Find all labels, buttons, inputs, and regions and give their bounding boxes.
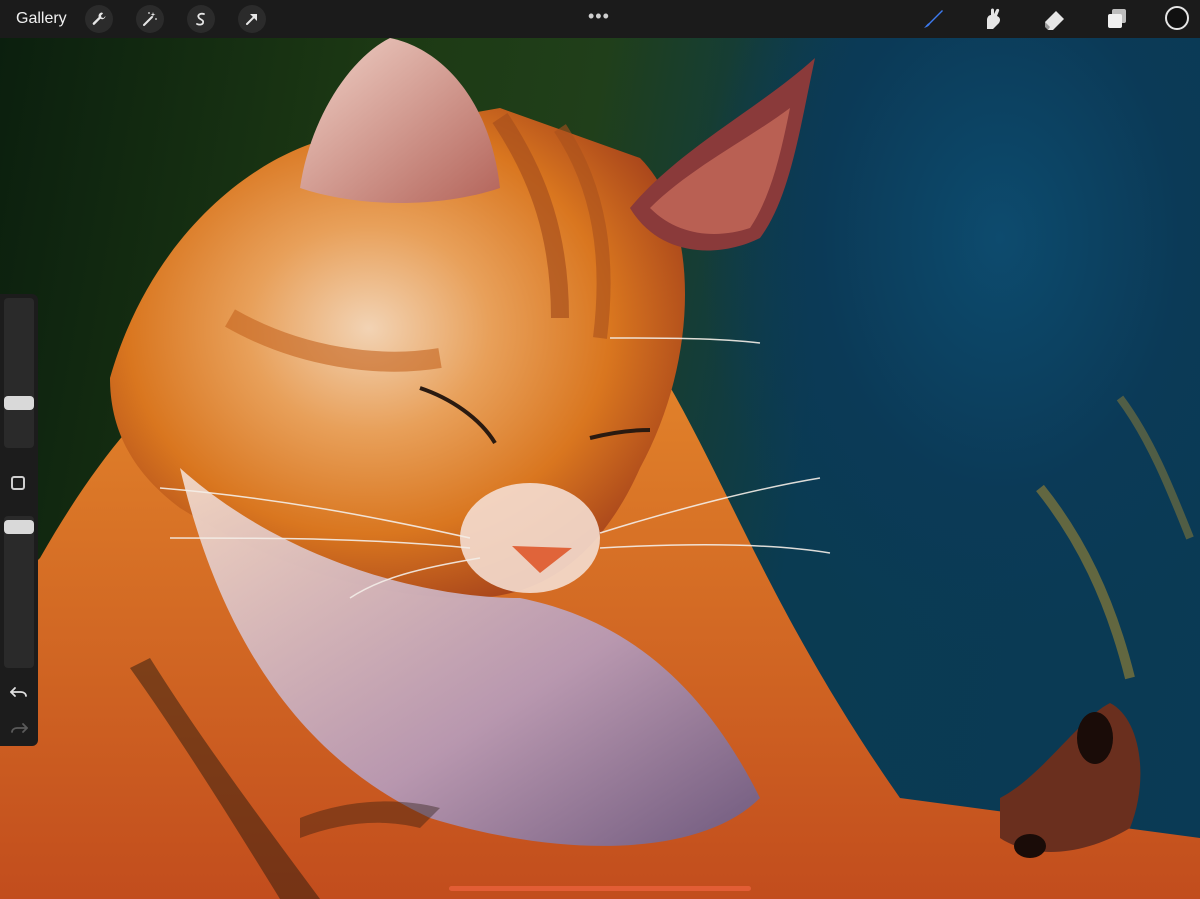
canvas-painting: [0, 38, 1200, 899]
smudge-icon: [987, 8, 1001, 29]
more-options-button[interactable]: •••: [588, 6, 610, 27]
brush-opacity-thumb[interactable]: [4, 520, 34, 535]
drawing-canvas[interactable]: [0, 38, 1200, 899]
transform-button[interactable]: [238, 5, 266, 33]
gallery-button[interactable]: Gallery: [16, 10, 67, 28]
brush-opacity-slider[interactable]: [4, 516, 34, 668]
selection-icon: [196, 12, 205, 26]
color-picker-button[interactable]: [1165, 6, 1189, 30]
wrench-icon: [92, 12, 106, 25]
actions-wrench-button[interactable]: [85, 5, 113, 33]
brush-size-slider[interactable]: [4, 298, 34, 448]
undo-icon[interactable]: [9, 682, 29, 702]
paint-brush-button[interactable]: [920, 6, 946, 32]
redo-icon[interactable]: [9, 718, 29, 738]
brush-icon: [924, 10, 943, 28]
brush-size-thumb[interactable]: [4, 395, 34, 410]
modify-square-icon[interactable]: [11, 476, 25, 490]
left-sidebar: [0, 294, 38, 746]
home-indicator[interactable]: [449, 886, 751, 891]
adjustments-wand-button[interactable]: [136, 5, 164, 33]
layers-icon: [1108, 9, 1126, 28]
selection-button[interactable]: [187, 5, 215, 33]
top-toolbar: Gallery •••: [0, 0, 1200, 38]
eraser-icon: [1045, 11, 1064, 30]
transform-arrow-icon: [246, 14, 257, 25]
smudge-button[interactable]: [981, 6, 1007, 32]
layers-button[interactable]: [1104, 6, 1130, 32]
eraser-button[interactable]: [1042, 6, 1068, 32]
magic-wand-icon: [143, 12, 157, 26]
